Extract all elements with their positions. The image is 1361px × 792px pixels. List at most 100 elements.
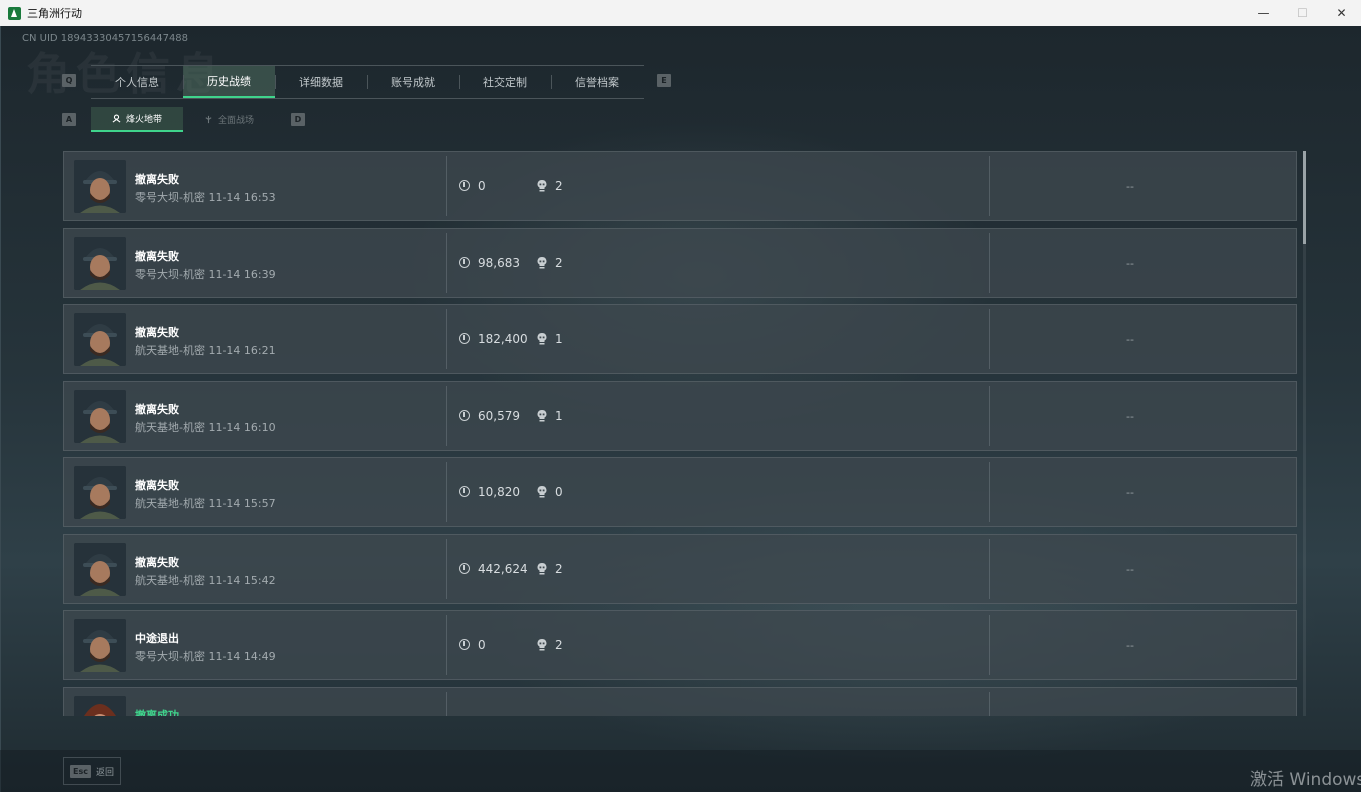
operator-avatar bbox=[74, 236, 126, 290]
match-extra: -- bbox=[1126, 639, 1134, 652]
kills-skull-icon bbox=[537, 639, 547, 651]
tab-detailed-data[interactable]: 详细数据 bbox=[275, 66, 367, 98]
window-title: 三角洲行动 bbox=[27, 7, 82, 20]
tab-label: 详细数据 bbox=[299, 76, 343, 89]
warfare-icon bbox=[205, 115, 212, 124]
match-extra: -- bbox=[1126, 333, 1134, 346]
operator-avatar bbox=[74, 695, 126, 716]
row-divider bbox=[989, 309, 990, 369]
match-status: 撤离失败 bbox=[135, 173, 179, 186]
match-map-time: 零号大坝-机密 11-14 16:39 bbox=[135, 267, 276, 281]
match-map-time: 零号大坝-机密 11-14 14:49 bbox=[135, 650, 276, 663]
back-label: 返回 bbox=[95, 767, 114, 778]
match-value: 60,579 bbox=[478, 408, 520, 423]
match-extra: -- bbox=[1126, 562, 1134, 576]
tab-personal-info[interactable]: 个人信息 bbox=[91, 66, 183, 98]
row-divider bbox=[446, 232, 447, 293]
subtab-operations[interactable]: 烽火地带 bbox=[91, 107, 183, 132]
operator-avatar bbox=[74, 160, 126, 213]
match-status: 撤离失败 bbox=[135, 555, 179, 569]
match-map-time: 航天基地-机密 11-14 15:42 bbox=[135, 573, 276, 587]
subtab-label: 烽火地带 bbox=[125, 115, 162, 125]
subtab-prev-key[interactable]: A bbox=[62, 113, 76, 126]
value-coin-icon bbox=[459, 409, 470, 421]
app-logo-icon bbox=[8, 6, 21, 20]
match-history-list: 撤离失败 零号大坝-机密 11-14 16:53 0 2 -- 撤离失败 零号大… bbox=[63, 151, 1298, 716]
kills-skull-icon bbox=[539, 715, 545, 716]
row-divider bbox=[446, 156, 447, 216]
match-kills: 2 bbox=[555, 561, 563, 576]
match-extra: -- bbox=[1126, 409, 1134, 423]
row-divider bbox=[989, 691, 990, 716]
match-extra: -- bbox=[1126, 180, 1134, 193]
match-value: 10,820 bbox=[478, 485, 520, 499]
match-row[interactable]: 撤离失败 零号大坝-机密 11-14 16:53 0 2 -- bbox=[63, 151, 1297, 221]
match-row[interactable]: 撤离失败 零号大坝-机密 11-14 16:39 98,683 2 -- bbox=[63, 227, 1297, 298]
row-divider bbox=[989, 538, 990, 599]
main-tabs: 个人信息 历史战绩 详细数据 账号成就 社交定制 信誉档案 bbox=[91, 65, 644, 99]
match-row[interactable]: 撤离失败 航天基地-机密 11-14 15:57 10,820 0 -- bbox=[63, 457, 1297, 527]
match-status: 撤离失败 bbox=[135, 326, 179, 339]
match-value: 442,624 bbox=[478, 561, 528, 576]
tab-match-history[interactable]: 历史战绩 bbox=[183, 66, 275, 98]
window-titlebar: 三角洲行动 — ☐ ✕ bbox=[0, 0, 1361, 27]
match-kills: 2 bbox=[555, 179, 563, 193]
match-row[interactable]: 撤离失败 航天基地-机密 11-14 16:21 182,400 1 -- bbox=[63, 304, 1297, 374]
tab-label: 账号成就 bbox=[391, 76, 435, 89]
match-value: 0 bbox=[478, 179, 486, 193]
value-coin-icon bbox=[459, 562, 470, 574]
tab-prev-key[interactable]: Q bbox=[62, 74, 76, 87]
tab-label: 个人信息 bbox=[115, 76, 159, 89]
value-coin-icon bbox=[459, 486, 470, 497]
tab-label: 历史战绩 bbox=[207, 75, 251, 88]
match-status: 撤离失败 bbox=[135, 479, 179, 492]
match-status: 撤离失败 bbox=[135, 402, 179, 416]
close-button[interactable]: ✕ bbox=[1322, 0, 1361, 26]
tab-achievements[interactable]: 账号成就 bbox=[367, 66, 459, 98]
match-status: 中途退出 bbox=[135, 632, 179, 645]
game-screen: 角色信息 CN UID 18943330457156447488 Q 个人信息 … bbox=[0, 26, 1361, 792]
tab-label: 信誉档案 bbox=[575, 76, 619, 89]
match-extra: -- bbox=[1126, 486, 1134, 499]
match-map-time: 航天基地-机密 11-14 16:21 bbox=[135, 344, 276, 357]
windows-activation-watermark: 激活 Windows bbox=[1250, 770, 1361, 790]
match-status: 撤离失败 bbox=[135, 249, 179, 263]
scrollbar-thumb[interactable] bbox=[1303, 151, 1306, 244]
match-map-time: 航天基地-机密 11-14 15:57 bbox=[135, 497, 276, 510]
match-map-time: 零号大坝-机密 11-14 16:53 bbox=[135, 191, 276, 204]
tab-next-key[interactable]: E bbox=[657, 74, 671, 87]
row-divider bbox=[446, 309, 447, 369]
match-extra: -- bbox=[1126, 256, 1134, 270]
back-button[interactable]: Esc 返回 bbox=[63, 757, 121, 785]
row-divider bbox=[989, 462, 990, 522]
match-row[interactable]: 撤离成功 bbox=[63, 686, 1297, 717]
subtab-next-key[interactable]: D bbox=[291, 113, 305, 126]
player-uid: CN UID 18943330457156447488 bbox=[22, 33, 189, 44]
subtab-label: 全面战场 bbox=[217, 116, 254, 126]
match-row[interactable]: 撤离失败 航天基地-机密 11-14 16:10 60,579 1 -- bbox=[63, 380, 1297, 451]
match-status: 撤离成功 bbox=[135, 708, 179, 717]
tab-credit-record[interactable]: 信誉档案 bbox=[551, 66, 643, 98]
minimize-button[interactable]: — bbox=[1244, 0, 1283, 26]
list-scrollbar[interactable] bbox=[1303, 151, 1306, 716]
match-row[interactable]: 中途退出 零号大坝-机密 11-14 14:49 0 2 -- bbox=[63, 610, 1297, 680]
operator-avatar bbox=[74, 466, 126, 519]
kills-skull-icon bbox=[537, 562, 547, 574]
maximize-button[interactable]: ☐ bbox=[1283, 0, 1322, 26]
operator-avatar bbox=[74, 619, 126, 672]
tab-social-custom[interactable]: 社交定制 bbox=[459, 66, 551, 98]
operator-avatar bbox=[74, 313, 126, 366]
match-value: 98,683 bbox=[478, 255, 520, 270]
match-value: 0 bbox=[478, 638, 486, 652]
match-row[interactable]: 撤离失败 航天基地-机密 11-14 15:42 442,624 2 -- bbox=[63, 533, 1297, 604]
row-divider bbox=[989, 232, 990, 293]
match-kills: 1 bbox=[555, 332, 563, 346]
subtab-warfare[interactable]: 全面战场 bbox=[183, 107, 275, 132]
match-value: 182,400 bbox=[478, 332, 528, 346]
match-kills: 2 bbox=[555, 638, 563, 652]
esc-key-badge: Esc bbox=[70, 764, 91, 778]
value-coin-icon bbox=[459, 639, 470, 650]
row-divider bbox=[989, 615, 990, 675]
kills-skull-icon bbox=[537, 409, 547, 421]
row-divider bbox=[446, 462, 447, 522]
